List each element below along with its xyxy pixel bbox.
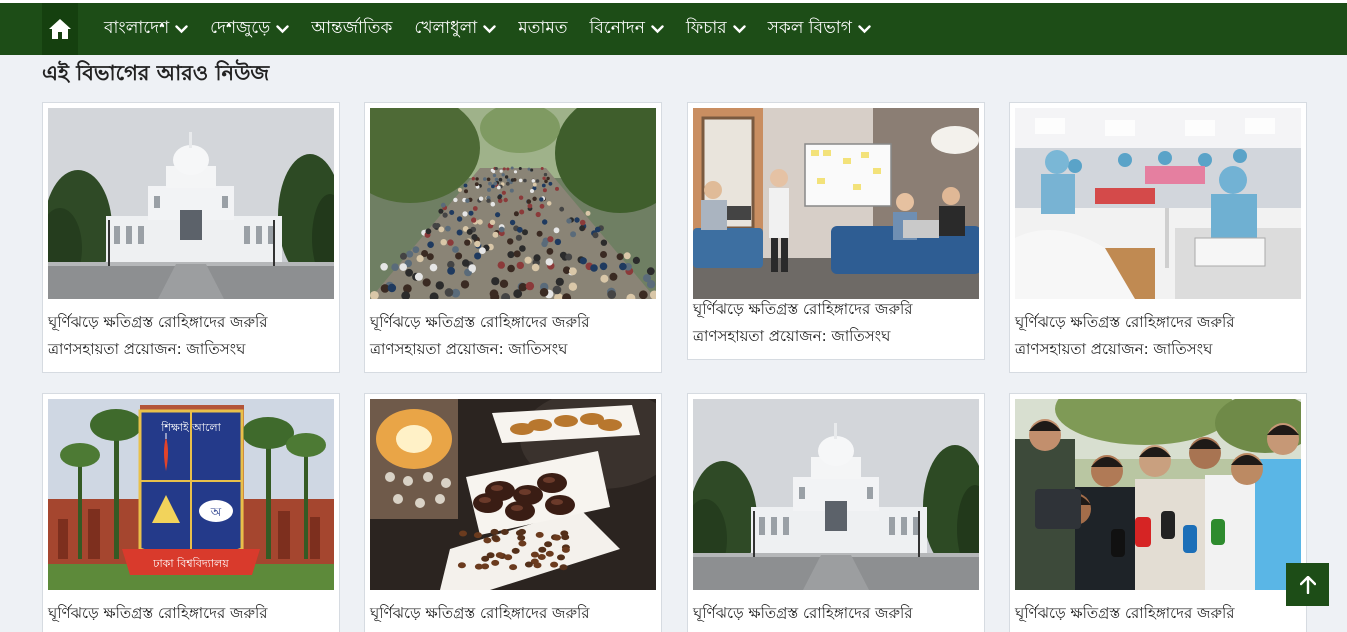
news-thumbnail[interactable] bbox=[370, 399, 656, 590]
news-card[interactable]: ঘূর্ণিঝড়ে ক্ষতিগ্রস্ত রোহিঙ্গাদের জরুরি… bbox=[364, 102, 662, 373]
nav-item-7[interactable]: সকল বিভাগ bbox=[768, 15, 871, 43]
home-button[interactable] bbox=[42, 3, 78, 55]
news-card[interactable]: ঘূর্ণিঝড়ে ক্ষতিগ্রস্ত রোহিঙ্গাদের জরুরি… bbox=[1009, 102, 1307, 373]
nav-item-label: বিনোদন bbox=[589, 18, 645, 38]
nav-item-4[interactable]: মতামত bbox=[518, 15, 567, 43]
nav-item-2[interactable]: আন্তর্জাতিক bbox=[311, 15, 392, 43]
svg-text:অ: অ bbox=[210, 505, 222, 519]
chevron-down-icon bbox=[732, 24, 746, 34]
nav-item-label: মতামত bbox=[518, 18, 568, 38]
section-title: এই বিভাগের আরও নিউজ bbox=[42, 61, 270, 85]
nav-item-0[interactable]: বাংলাদেশ bbox=[104, 15, 188, 43]
chevron-down-icon bbox=[276, 24, 289, 34]
news-thumbnail[interactable] bbox=[370, 108, 656, 299]
scroll-to-top-button[interactable] bbox=[1286, 563, 1329, 606]
news-card[interactable]: ঘূর্ণিঝড়ে ক্ষতিগ্রস্ত রোহিঙ্গাদের জরুরি… bbox=[42, 102, 340, 373]
nav-item-3[interactable]: খেলাধুলা bbox=[414, 15, 496, 43]
arrow-up-icon bbox=[1299, 575, 1316, 594]
news-card[interactable]: ঘূর্ণিঝড়ে ক্ষতিগ্রস্ত রোহিঙ্গাদের জরুরি… bbox=[687, 102, 985, 360]
chevron-down-icon bbox=[483, 24, 496, 34]
news-card[interactable]: ঘূর্ণিঝড়ে ক্ষতিগ্রস্ত রোহিঙ্গাদের জরুরি bbox=[1009, 393, 1307, 632]
nav-item-label: সকল বিভাগ bbox=[767, 18, 852, 38]
home-icon bbox=[49, 19, 71, 39]
news-thumbnail[interactable] bbox=[48, 108, 334, 299]
svg-text:ঢাকা বিশ্ববিদ্যালয়: ঢাকা বিশ্ববিদ্যালয় bbox=[152, 557, 229, 570]
news-headline[interactable]: ঘূর্ণিঝড়ে ক্ষতিগ্রস্ত রোহিঙ্গাদের জরুরি bbox=[370, 600, 656, 627]
news-thumbnail[interactable] bbox=[693, 399, 979, 590]
news-thumbnail[interactable] bbox=[693, 108, 979, 299]
nav-menu: বাংলাদেশ দেশজুড়ে আন্তর্জাতিক খেলাধুলা মতামত… bbox=[104, 3, 871, 55]
nav-item-5[interactable]: বিনোদন bbox=[590, 15, 664, 43]
news-headline[interactable]: ঘূর্ণিঝড়ে ক্ষতিগ্রস্ত রোহিঙ্গাদের জরুরি bbox=[1015, 600, 1301, 627]
news-thumbnail[interactable] bbox=[1015, 399, 1301, 590]
nav-item-label: আন্তর্জাতিক bbox=[311, 18, 393, 38]
news-headline[interactable]: ঘূর্ণিঝড়ে ক্ষতিগ্রস্ত রোহিঙ্গাদের জরুরি… bbox=[693, 296, 979, 350]
nav-item-1[interactable]: দেশজুড়ে bbox=[210, 15, 289, 43]
news-thumbnail[interactable] bbox=[1015, 108, 1301, 299]
chevron-down-icon bbox=[858, 24, 871, 34]
nav-item-6[interactable]: ফিচার bbox=[686, 15, 746, 43]
news-headline[interactable]: ঘূর্ণিঝড়ে ক্ষতিগ্রস্ত রোহিঙ্গাদের জরুরি… bbox=[1015, 309, 1301, 363]
svg-text:শিক্ষাই আলো: শিক্ষাই আলো bbox=[160, 421, 221, 434]
chevron-down-icon bbox=[651, 24, 664, 34]
news-headline[interactable]: ঘূর্ণিঝড়ে ক্ষতিগ্রস্ত রোহিঙ্গাদের জরুরি… bbox=[370, 309, 656, 363]
nav-item-label: খেলাধুলা bbox=[414, 18, 478, 38]
news-thumbnail[interactable]: শিক্ষাই আলো অ ঢাকা বিশ্ববিদ্যালয় bbox=[48, 399, 334, 590]
nav-item-label: বাংলাদেশ bbox=[104, 18, 170, 38]
nav-item-label: দেশজুড়ে bbox=[210, 18, 271, 38]
news-headline[interactable]: ঘূর্ণিঝড়ে ক্ষতিগ্রস্ত রোহিঙ্গাদের জরুরি bbox=[693, 600, 979, 627]
chevron-down-icon bbox=[175, 24, 188, 34]
news-card[interactable]: ঘূর্ণিঝড়ে ক্ষতিগ্রস্ত রোহিঙ্গাদের জরুরি bbox=[687, 393, 985, 632]
news-card[interactable]: ঘূর্ণিঝড়ে ক্ষতিগ্রস্ত রোহিঙ্গাদের জরুরি bbox=[364, 393, 662, 632]
news-headline[interactable]: ঘূর্ণিঝড়ে ক্ষতিগ্রস্ত রোহিঙ্গাদের জরুরি… bbox=[48, 309, 334, 363]
main-navbar: বাংলাদেশ দেশজুড়ে আন্তর্জাতিক খেলাধুলা মতামত… bbox=[0, 3, 1347, 55]
news-card[interactable]: শিক্ষাই আলো অ ঢাকা বিশ্ববিদ্যালয় ঘূর্ণি… bbox=[42, 393, 340, 632]
news-headline[interactable]: ঘূর্ণিঝড়ে ক্ষতিগ্রস্ত রোহিঙ্গাদের জরুরি bbox=[48, 600, 334, 627]
nav-item-label: ফিচার bbox=[685, 18, 727, 38]
